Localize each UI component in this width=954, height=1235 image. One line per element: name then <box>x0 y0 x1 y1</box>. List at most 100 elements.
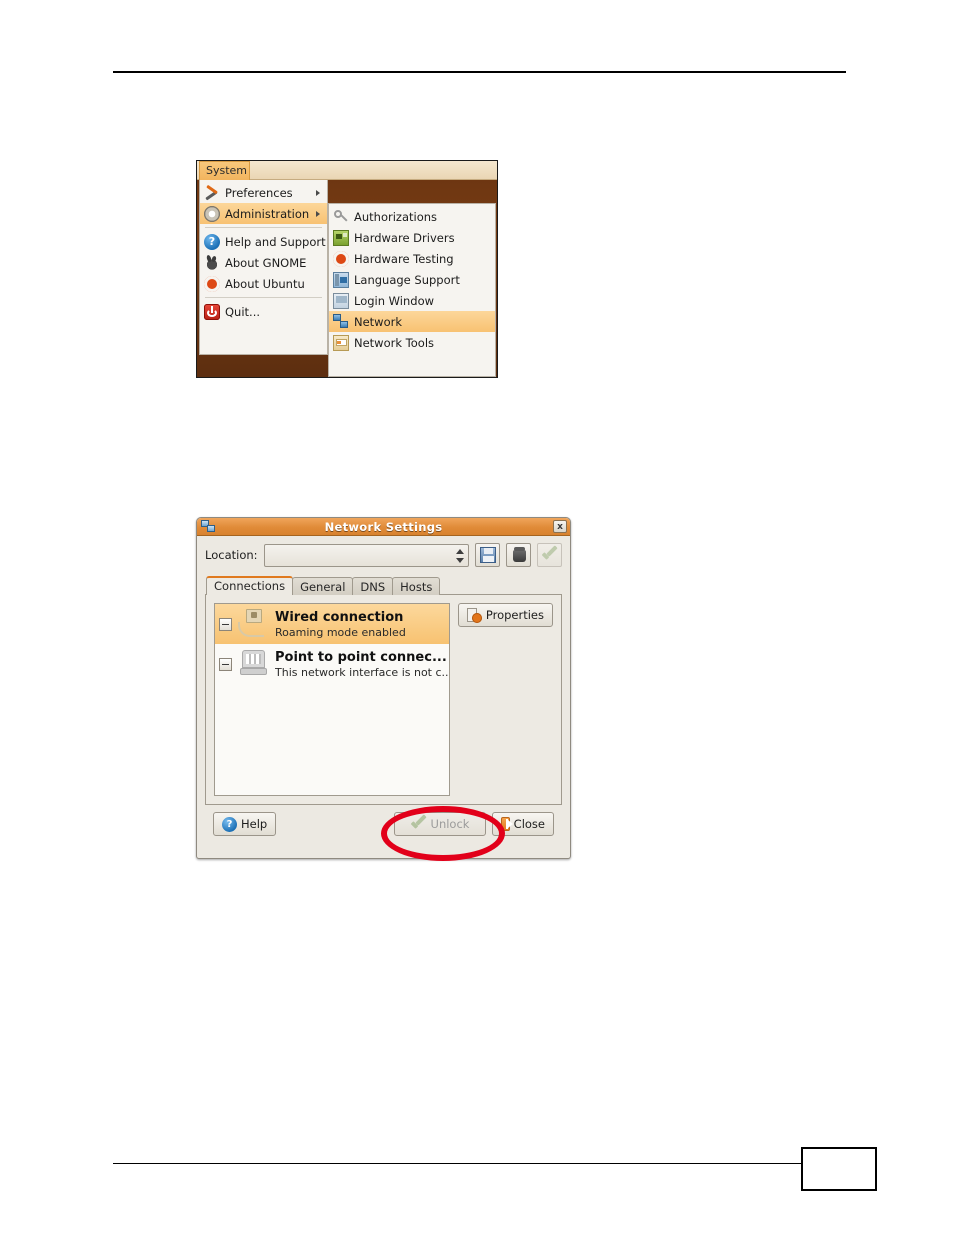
tab-hosts[interactable]: Hosts <box>392 577 441 595</box>
location-combobox[interactable] <box>263 543 469 567</box>
menu-item-label: Preferences <box>225 185 293 200</box>
submenu-item-label: Hardware Testing <box>354 251 454 266</box>
menu-item-about-ubuntu[interactable]: About Ubuntu <box>200 273 327 294</box>
submenu-arrow-icon <box>316 189 320 196</box>
help-circle-icon: ? <box>222 816 237 832</box>
connection-title: Point to point connec... <box>275 649 447 665</box>
network-icon <box>333 313 349 330</box>
hardware-testing-icon <box>333 250 349 267</box>
menu-item-label: Quit... <box>225 304 261 319</box>
close-window-button[interactable]: x <box>553 520 567 533</box>
dialog-titlebar: Network Settings x <box>197 518 570 536</box>
gear-icon <box>204 205 220 222</box>
dialog-body: Location: Connections General DNS Hosts <box>197 536 570 836</box>
menu-separator <box>205 227 322 228</box>
submenu-item-hardware-drivers[interactable]: Hardware Drivers <box>329 227 495 248</box>
trash-icon <box>513 547 526 562</box>
administration-submenu-panel: Authorizations Hardware Drivers Hardware… <box>328 203 496 377</box>
delete-location-button[interactable] <box>506 543 531 567</box>
unlock-button[interactable]: Unlock <box>394 812 486 836</box>
phone-base-icon <box>240 668 267 675</box>
submenu-item-label: Language Support <box>354 272 460 287</box>
submenu-item-language-support[interactable]: Language Support <box>329 269 495 290</box>
submenu-item-login-window[interactable]: Login Window <box>329 290 495 311</box>
menu-item-administration[interactable]: Administration <box>200 203 327 224</box>
dialog-tabs: Connections General DNS Hosts <box>206 576 562 595</box>
system-menu-panel: Preferences Administration ? Help and Su… <box>199 180 328 355</box>
system-menu-screenshot: System Preferences Administration ? Help… <box>196 160 498 378</box>
submenu-item-label: Network Tools <box>354 335 435 350</box>
menu-item-about-gnome[interactable]: About GNOME <box>200 252 327 273</box>
connection-title: Wired connection <box>275 609 404 625</box>
submenu-arrow-icon <box>316 210 320 217</box>
submenu-item-network[interactable]: Network <box>329 311 495 332</box>
connection-subtitle: Roaming mode enabled <box>275 625 406 639</box>
menu-item-label: About GNOME <box>225 255 307 270</box>
list-item-text: Point to point connec... This network in… <box>275 650 449 679</box>
connections-side-column: Properties <box>457 603 553 796</box>
panel-menu-system[interactable]: System <box>199 161 250 180</box>
connections-tab-panel: Wired connection Roaming mode enabled Po… <box>205 594 562 805</box>
expander-toggle[interactable] <box>219 617 232 631</box>
network-tools-icon <box>333 334 349 351</box>
check-icon <box>542 549 558 561</box>
page-number-box <box>801 1147 877 1191</box>
help-circle-icon: ? <box>204 233 220 250</box>
list-item[interactable]: Point to point connec... This network in… <box>215 644 449 684</box>
menu-item-label: Administration <box>225 206 310 221</box>
properties-icon <box>466 607 482 623</box>
menu-item-quit[interactable]: Quit... <box>200 301 327 322</box>
submenu-item-label: Login Window <box>354 293 435 308</box>
connections-list[interactable]: Wired connection Roaming mode enabled Po… <box>214 603 450 796</box>
menu-item-label: About Ubuntu <box>225 276 305 291</box>
apply-button[interactable] <box>537 543 562 567</box>
close-button[interactable]: Close <box>492 812 554 836</box>
dialog-title: Network Settings <box>324 519 443 534</box>
page-header-rule <box>113 71 846 73</box>
save-location-button[interactable] <box>475 543 500 567</box>
list-item[interactable]: Wired connection Roaming mode enabled <box>215 604 449 644</box>
list-item-text: Wired connection Roaming mode enabled <box>275 610 449 639</box>
unlock-button-label: Unlock <box>430 817 470 831</box>
submenu-item-label: Authorizations <box>354 209 438 224</box>
tab-dns[interactable]: DNS <box>352 577 394 595</box>
location-row: Location: <box>205 543 562 567</box>
cable-cord-icon <box>238 622 264 637</box>
menu-separator <box>205 297 322 298</box>
login-window-icon <box>333 292 349 309</box>
page-footer-rule <box>113 1163 803 1164</box>
properties-button[interactable]: Properties <box>457 603 553 627</box>
menu-item-label: Help and Support <box>225 234 326 249</box>
submenu-item-label: Hardware Drivers <box>354 230 455 245</box>
close-icon <box>501 817 510 831</box>
submenu-item-authorizations[interactable]: Authorizations <box>329 206 495 227</box>
unlock-check-icon <box>411 818 427 830</box>
location-label: Location: <box>205 548 258 562</box>
help-button-label: Help <box>241 817 268 831</box>
power-quit-icon <box>204 303 220 320</box>
tab-connections[interactable]: Connections <box>206 576 294 595</box>
tab-general[interactable]: General <box>292 577 354 595</box>
menu-item-preferences[interactable]: Preferences <box>200 182 327 203</box>
modem-phone-icon <box>237 648 271 680</box>
chevron-updown-icon <box>455 548 464 564</box>
close-button-label: Close <box>513 817 545 831</box>
connection-subtitle: This network interface is not c... <box>275 665 449 679</box>
floppy-save-icon <box>480 547 496 563</box>
gnome-foot-icon <box>204 254 220 271</box>
properties-button-label: Properties <box>485 608 544 622</box>
ubuntu-logo-icon <box>204 275 220 292</box>
help-button[interactable]: ? Help <box>213 812 277 836</box>
key-icon <box>333 209 349 225</box>
submenu-item-label: Network <box>354 314 403 329</box>
menu-item-help-and-support[interactable]: ? Help and Support <box>200 231 327 252</box>
expander-toggle[interactable] <box>219 657 232 671</box>
submenu-item-network-tools[interactable]: Network Tools <box>329 332 495 353</box>
dialog-action-bar: ? Help Unlock Close <box>205 805 562 836</box>
submenu-item-hardware-testing[interactable]: Hardware Testing <box>329 248 495 269</box>
hardware-drivers-icon <box>333 229 349 246</box>
language-support-icon <box>333 271 349 288</box>
tools-icon <box>204 185 220 201</box>
wired-connection-icon <box>237 608 271 640</box>
network-settings-dialog: Network Settings x Location: Connections… <box>196 517 571 859</box>
